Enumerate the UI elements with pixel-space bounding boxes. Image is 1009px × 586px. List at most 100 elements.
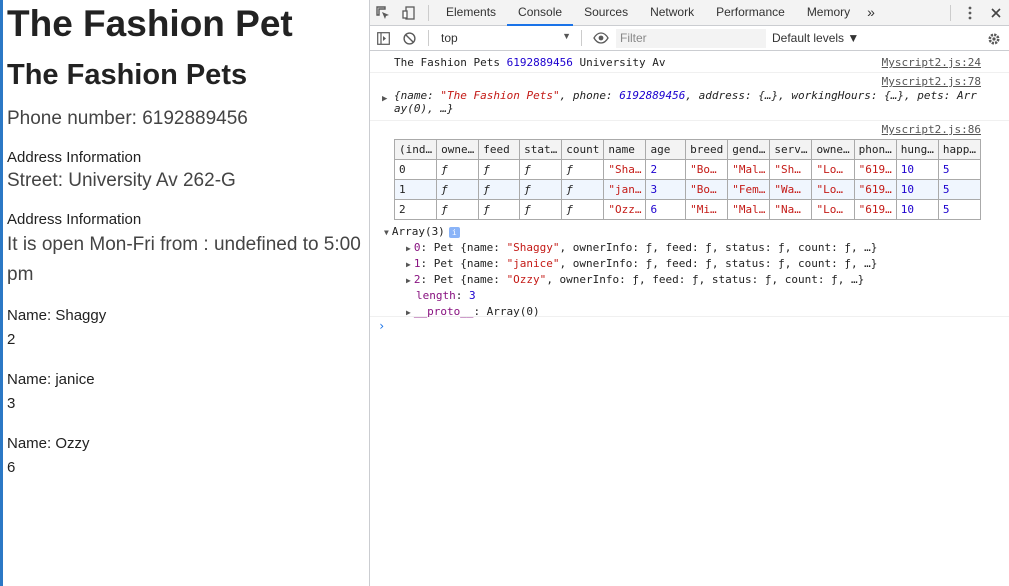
array-item[interactable]: ▶ 2: Pet {name: "Ozzy", ownerInfo: ƒ, fee… [394,272,981,288]
table-header[interactable]: count [561,139,605,160]
clear-console-icon[interactable] [396,25,422,51]
devtools-panel: Elements Console Sources Network Perform… [369,0,1009,586]
table-cell: ƒ [519,159,563,180]
kebab-menu-icon[interactable] [957,0,983,26]
table-header[interactable]: stat… [519,139,563,160]
log-text: University Av [572,56,666,69]
table-cell: "Lo… [811,159,855,180]
more-tabs-icon[interactable]: » [861,0,881,26]
tab-performance[interactable]: Performance [705,0,796,26]
table-cell: "Ozz… [603,199,647,220]
item-suffix: , ownerInfo: ƒ, feed: ƒ, status: ƒ, coun… [559,257,878,270]
page-heading-2: The Fashion Pets [7,59,248,91]
expand-arrow-icon[interactable]: ▶ [406,276,411,285]
table-cell: "Bo… [685,159,729,180]
table-cell: 3 [645,179,687,200]
table-row: 2 ƒ ƒ ƒ ƒ "Ozz… 6 "Mi… "Mal… "Na… "Lo… "619… 10 5 [393,199,982,220]
item-suffix: , ownerInfo: ƒ, feed: ƒ, status: ƒ, coun… [546,273,865,286]
table-cell: ƒ [478,199,521,220]
object-text: , phone: [559,89,620,102]
array-label: Array(3) [391,225,445,238]
table-cell: ƒ [436,199,480,220]
pet-name-2: Name: Ozzy [7,435,90,452]
tab-sources[interactable]: Sources [573,0,639,26]
item-name: "janice" [506,257,560,270]
table-cell: 10 [895,159,939,180]
context-value: top [441,31,458,45]
source-link[interactable]: Myscript2.js:24 [882,56,981,69]
sidebar-toggle-icon[interactable] [370,25,396,51]
log-number: 6192889456 [506,56,573,69]
close-icon[interactable] [983,0,1009,26]
table-cell: ƒ [519,179,563,200]
array-root[interactable]: ▼ Array(3) i [384,224,981,240]
table-header[interactable]: age [645,139,687,160]
array-item[interactable]: ▶ 0: Pet {name: "Shaggy", ownerInfo: ƒ, f… [394,240,981,256]
tab-elements[interactable]: Elements [435,0,507,26]
proto-key: __proto__ [413,305,474,318]
array-tree: ▼ Array(3) i ▶ 0: Pet {name: "Shaggy", owne… [384,224,981,320]
page-viewport: The Fashion Pet The Fashion Pets Phone n… [0,0,369,586]
expand-arrow-icon[interactable]: ▶ [406,260,411,269]
item-colon: : [420,257,434,270]
console-settings-gear-icon[interactable] [981,26,1007,52]
table-header[interactable]: gend… [727,139,771,160]
table-header[interactable]: (ind… [393,139,438,160]
expand-arrow-icon[interactable]: ▶ [406,244,411,253]
length-key: length [416,289,456,302]
tab-console[interactable]: Console [507,0,574,26]
console-table: (ind… owne… feed stat… count name age br… [393,139,982,220]
length-value: 3 [469,289,476,302]
expand-arrow-icon[interactable]: ▶ [382,94,387,104]
log-levels-dropdown[interactable]: Default levels ▼ [772,31,859,45]
source-link[interactable]: Myscript2.js:78 [882,75,981,88]
table-cell: 0 [393,159,438,180]
table-header[interactable]: owne… [436,139,480,160]
table-header[interactable]: hung… [895,139,939,160]
table-cell: "Mi… [685,199,729,220]
collapse-arrow-icon[interactable]: ▼ [384,228,389,237]
expand-arrow-icon[interactable]: ▶ [406,308,411,317]
tabbar-right-separator [950,5,951,21]
inspect-element-icon[interactable] [370,0,396,26]
tab-network[interactable]: Network [639,0,705,26]
tab-memory[interactable]: Memory [796,0,861,26]
table-cell: 2 [645,159,687,180]
object-string: "The Fashion Pets" [440,89,560,102]
table-header-row: (ind… owne… feed stat… count name age br… [393,139,982,160]
array-item[interactable]: ▶ 1: Pet {name: "janice", ownerInfo: ƒ, f… [394,256,981,272]
table-row: 1 ƒ ƒ ƒ ƒ "jan… 3 "Bo… "Fem… "Wa… "Lo… "619… 10 5 [393,179,982,200]
table-header[interactable]: name [603,139,647,160]
filter-input[interactable]: Filter [616,28,766,48]
table-cell: 6 [645,199,687,220]
table-header[interactable]: breed [685,139,729,160]
log-text: The Fashion Pets [394,56,507,69]
device-toolbar-icon[interactable] [396,0,422,26]
table-cell: "Lo… [811,199,855,220]
toolbar-separator-2 [581,30,582,46]
dropdown-arrow-icon: ▼ [562,31,571,41]
item-colon: : [420,241,434,254]
tabbar-separator [428,4,429,21]
table-cell: "Wa… [769,179,813,200]
context-selector[interactable]: top ▼ [435,31,575,45]
table-cell: ƒ [561,159,605,180]
table-header[interactable]: phon… [853,139,897,160]
array-proto[interactable]: ▶ __proto__: Array(0) [394,304,981,320]
table-cell: 5 [937,199,982,220]
table-cell: "619… [853,159,897,180]
console-toolbar: top ▼ Filter Default levels ▼ [370,26,1009,51]
item-name: "Shaggy" [506,241,560,254]
table-header[interactable]: happ… [937,139,982,160]
table-cell: "jan… [603,179,647,200]
table-header[interactable]: feed [478,139,521,160]
table-header[interactable]: serv… [769,139,813,160]
item-prefix: Pet {name: [433,241,507,254]
object-preview[interactable]: ▶ {name: "The Fashion Pets", phone: 6192… [382,89,981,104]
table-header[interactable]: owne… [811,139,855,160]
table-cell: ƒ [478,159,521,180]
table-cell: ƒ [561,179,605,200]
console-log-object[interactable]: Myscript2.js:78 ▶ {name: "The Fashion Pe… [370,73,1009,121]
source-link[interactable]: Myscript2.js:86 [882,123,981,136]
live-expression-eye-icon[interactable] [588,25,614,51]
